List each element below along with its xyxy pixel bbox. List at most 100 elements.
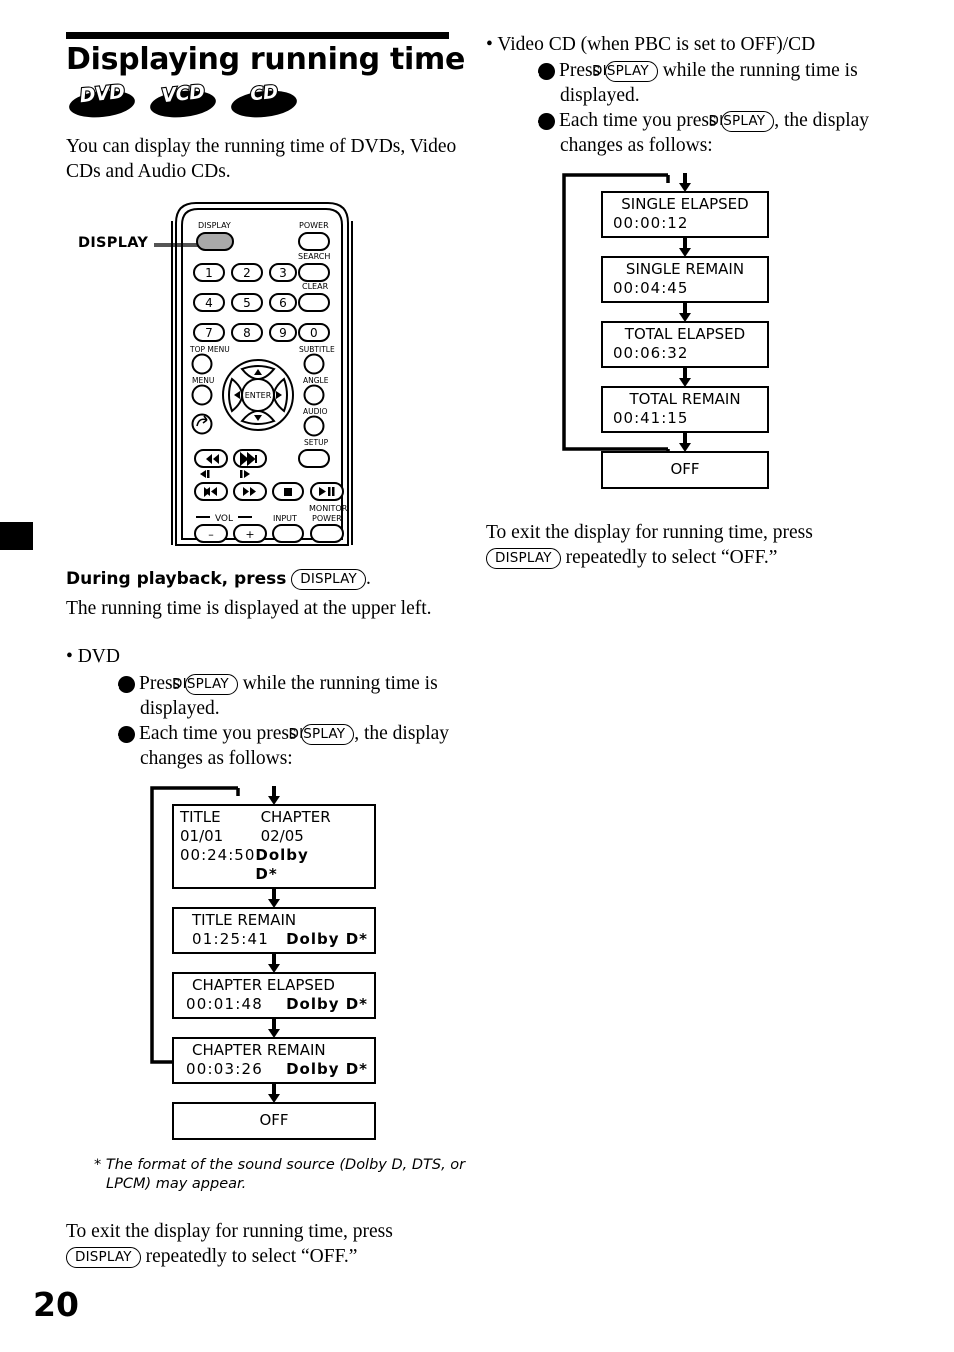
dvd-box3-line2b: Dolby D*	[286, 994, 368, 1013]
remote-control-illustration: DISPLAY DISPLAY POWER SEARCH CLEAR 0 1 2…	[66, 197, 466, 557]
dvd-box3-line1a: CHAPTER ELAPSED	[192, 975, 335, 994]
svg-text:5: 5	[243, 296, 251, 310]
svg-text:ENTER: ENTER	[245, 391, 272, 400]
step-number-2: 2	[111, 725, 135, 743]
svg-text:VOL: VOL	[215, 514, 233, 524]
dvd-step2-pre: Each time you press	[139, 722, 297, 744]
left-exit-pre: To exit the display for running time, pr…	[66, 1221, 393, 1243]
svg-text:INPUT: INPUT	[273, 514, 297, 523]
remote-control-graphic: DISPLAY POWER SEARCH CLEAR 0 1 2 3 4 5 6…	[166, 197, 358, 549]
dvd-box2-line2b: Dolby D*	[286, 929, 368, 948]
flow-arrow	[601, 368, 769, 386]
cd-badge: CD	[229, 80, 299, 120]
svg-text:+: +	[245, 528, 254, 541]
dvd-footnote: * The format of the sound source (Dolby …	[94, 1156, 466, 1192]
dvd-step-1: 1 Press DISPLAY while the running time is…	[111, 672, 466, 722]
dvd-box4-line2b: Dolby D*	[286, 1059, 368, 1078]
cd-flow-box-2: SINGLE REMAIN 00:04:45	[601, 256, 769, 304]
playback-instruction-detail: The running time is displayed at the upp…	[66, 598, 432, 620]
svg-text:–: –	[208, 528, 214, 541]
svg-text:CLEAR: CLEAR	[302, 282, 329, 291]
svg-text:SEARCH: SEARCH	[298, 252, 330, 261]
vcd-step-2: 2 Each time you press DISPLAY, the displa…	[531, 109, 896, 159]
dvd-steps: 1 Press DISPLAY while the running time is…	[111, 672, 466, 772]
svg-text:4: 4	[205, 296, 213, 310]
playback-instruction-lead: During playback, press	[66, 568, 287, 589]
right-exit-instruction: To exit the display for running time, pr…	[486, 521, 896, 571]
svg-text:6: 6	[279, 296, 287, 310]
dvd-flow-box-2: TITLE REMAIN 01:25:41 Dolby D*	[172, 906, 376, 954]
cd-box1-line1a: SINGLE ELAPSED	[621, 195, 749, 214]
right-column: • Video CD (when PBC is set to OFF)/CD 1…	[486, 32, 896, 577]
dvd-box2-line1a: TITLE REMAIN	[192, 910, 297, 929]
dvd-box2-line2a: 01:25:41	[192, 929, 269, 948]
dvd-box1-line2a: 00:24:50	[180, 845, 256, 864]
display-pill: DISPLAY	[288, 723, 355, 745]
step-number-1: 1	[111, 675, 135, 693]
dvd-flow-box-1: TITLE 01/01 CHAPTER 02/05 00:24:50 Dolby…	[172, 803, 376, 889]
dvd-flow-box-3: CHAPTER ELAPSED 00:01:48 Dolby D*	[172, 971, 376, 1019]
cd-box2-line1a: SINGLE REMAIN	[625, 260, 745, 279]
cd-box4-line2a: 00:41:15	[613, 409, 689, 428]
flow-arrow	[601, 238, 769, 256]
dvd-flow-box-5: OFF	[172, 1101, 376, 1140]
playback-instruction: During playback, press DISPLAY.	[66, 567, 466, 592]
step-number-2: 2	[531, 113, 555, 131]
dvd-flowchart: TITLE 01/01 CHAPTER 02/05 00:24:50 Dolby…	[144, 785, 376, 1140]
svg-text:SETUP: SETUP	[304, 438, 329, 447]
display-pill: DISPLAY	[66, 1247, 141, 1269]
dvd-box1-line1a: TITLE 01/01	[180, 807, 224, 845]
page-title: Displaying running time	[66, 42, 465, 77]
vcd-steps: 1 Press DISPLAY while the running time is…	[531, 59, 896, 159]
flow-arrow	[172, 1084, 376, 1102]
flow-arrow	[601, 433, 769, 451]
vcd-step2-pre: Each time you press	[559, 110, 717, 132]
left-column: Displaying running time DVD VCD CD You c…	[66, 32, 466, 1276]
cd-box3-line1a: TOTAL ELAPSED	[624, 325, 746, 344]
cd-box5-line1a: OFF	[670, 460, 700, 479]
heading-rule	[66, 32, 449, 39]
svg-text:ANGLE: ANGLE	[303, 376, 329, 385]
svg-text:2: 2	[243, 266, 251, 280]
cd-flow-box-4: TOTAL REMAIN 00:41:15	[601, 386, 769, 434]
right-exit-pre: To exit the display for running time, pr…	[486, 522, 813, 544]
vcd-step-1: 1 Press DISPLAY while the running time is…	[531, 59, 896, 109]
manual-page: Displaying running time DVD VCD CD You c…	[0, 0, 954, 1352]
flow-arrow	[601, 303, 769, 321]
cd-flowchart: SINGLE ELAPSED 00:00:12 SINGLE REMAIN 00…	[556, 173, 786, 490]
flow-arrow	[172, 786, 376, 804]
intro-paragraph: You can display the running time of DVDs…	[66, 135, 457, 182]
dvd-flow-box-4: CHAPTER REMAIN 00:03:26 Dolby D*	[172, 1036, 376, 1084]
vcd-section: • Video CD (when PBC is set to OFF)/CD	[486, 32, 896, 57]
svg-text:DISPLAY: DISPLAY	[198, 221, 231, 230]
page-number: 20	[33, 1285, 79, 1324]
dvd-section: • DVD	[66, 644, 466, 669]
vcd-badge: VCD	[148, 79, 218, 120]
cd-flow-box-1: SINGLE ELAPSED 00:00:12	[601, 191, 769, 239]
svg-text:MONITOR: MONITOR	[309, 504, 348, 513]
svg-text:9: 9	[279, 326, 287, 340]
dvd-box3-line2a: 00:01:48	[186, 994, 263, 1013]
step-number-1: 1	[531, 63, 555, 81]
svg-text:SUBTITLE: SUBTITLE	[299, 345, 335, 354]
flow-arrow	[172, 954, 376, 972]
dvd-badge: DVD	[67, 79, 137, 120]
dvd-step-2: 2 Each time you press DISPLAY, the displa…	[111, 722, 466, 772]
left-exit-post: repeatedly to select “OFF.”	[145, 1246, 358, 1268]
dvd-box4-line1a: CHAPTER REMAIN	[192, 1040, 326, 1059]
svg-text:8: 8	[243, 326, 251, 340]
svg-text:AUDIO: AUDIO	[303, 407, 328, 416]
right-exit-post: repeatedly to select “OFF.”	[565, 547, 778, 569]
cd-box1-line2a: 00:00:12	[613, 214, 689, 233]
display-pill: DISPLAY	[172, 673, 238, 695]
flow-arrow	[601, 173, 769, 191]
playback-instruction-tail: .	[366, 567, 371, 589]
display-pill: DISPLAY	[592, 61, 658, 83]
dvd-box1-line2b: Dolby D*	[255, 845, 309, 883]
vcd-section-bullet: • Video CD (when PBC is set to OFF)/CD	[486, 34, 816, 55]
svg-text:3: 3	[279, 266, 287, 280]
page-edge-tab	[0, 522, 33, 550]
display-pill: DISPLAY	[708, 111, 775, 133]
dvd-box5-line1a: OFF	[259, 1110, 289, 1129]
display-pill: DISPLAY	[486, 548, 561, 570]
